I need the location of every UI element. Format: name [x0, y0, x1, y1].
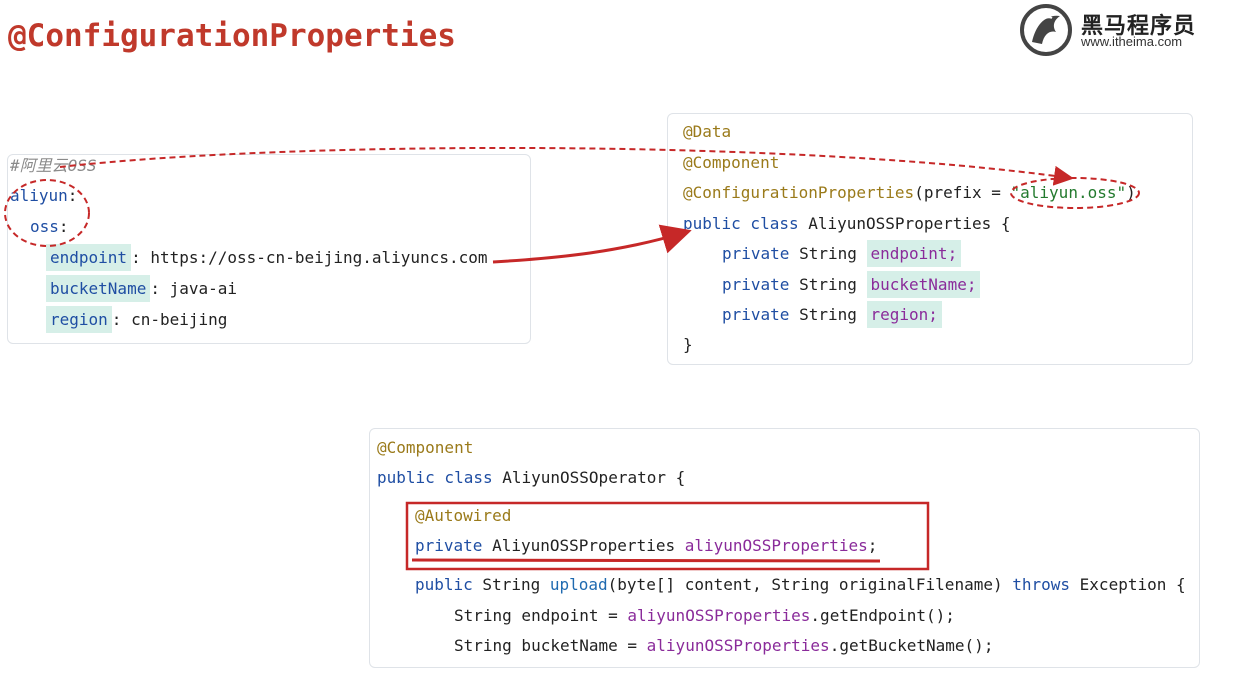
- field-modifier: private: [722, 244, 790, 263]
- method-body-line: String endpoint = aliyunOSSProperties.ge…: [454, 606, 955, 626]
- operator-class-declaration: public class AliyunOSSOperator {: [377, 468, 685, 488]
- slide-title: @ConfigurationProperties: [8, 18, 456, 54]
- field-semicolon: ;: [867, 536, 878, 555]
- body-lhs: String bucketName =: [454, 636, 647, 655]
- prefix-value: "aliyun.oss": [1010, 183, 1127, 202]
- yaml-key: endpoint: [46, 244, 132, 271]
- yaml-key: region: [46, 306, 112, 333]
- prefix-close: ): [1126, 183, 1136, 202]
- horse-head-logo-icon: [1020, 4, 1072, 56]
- field-type: String: [789, 244, 867, 263]
- field-bucketname: private String bucketName;: [722, 271, 981, 298]
- field-modifier: private: [415, 536, 483, 555]
- field-modifier: private: [722, 275, 790, 294]
- yaml-root-line: aliyun:: [10, 186, 78, 205]
- yaml-value: https://oss-cn-beijing.aliyuncs.com: [150, 248, 488, 267]
- field-name: endpoint;: [866, 240, 962, 267]
- yaml-entry-bucketname: bucketName: java-ai: [46, 275, 238, 302]
- annotation-component: @Component: [683, 153, 780, 172]
- yaml-value: cn-beijing: [131, 310, 228, 329]
- autowired-field: private AliyunOSSProperties aliyunOSSPro…: [415, 536, 877, 556]
- annotation-data: @Data: [683, 122, 732, 141]
- method-name: upload: [549, 575, 608, 594]
- yaml-comment: #阿里云OSS: [10, 156, 97, 175]
- yaml-entry-region: region: cn-beijing: [46, 306, 228, 333]
- logo-url: www.itheima.com: [1081, 34, 1183, 49]
- body-object: aliyunOSSProperties: [646, 636, 830, 655]
- class-name: AliyunOSSOperator {: [492, 468, 686, 487]
- body-object: aliyunOSSProperties: [627, 606, 811, 625]
- throws-keyword: throws: [1012, 575, 1071, 594]
- yaml-value: java-ai: [169, 279, 238, 298]
- field-type: String: [789, 275, 867, 294]
- field-region: private String region;: [722, 301, 942, 328]
- field-type: AliyunOSSProperties: [482, 536, 685, 555]
- body-call: .getBucketName();: [829, 636, 994, 655]
- class-name: AliyunOSSProperties {: [798, 214, 1011, 233]
- exception-type: Exception {: [1070, 575, 1186, 594]
- method-return-type: String: [472, 575, 550, 594]
- field-type: String: [789, 305, 867, 324]
- upload-method-signature: public String upload(byte[] content, Str…: [415, 575, 1186, 595]
- body-call: .getEndpoint();: [810, 606, 955, 625]
- method-body-line: String bucketName = aliyunOSSProperties.…: [454, 636, 993, 656]
- prefix-arg: (prefix =: [914, 183, 1011, 202]
- annotation-config-line: @ConfigurationProperties(prefix = "aliyu…: [683, 183, 1136, 203]
- yaml-entry-endpoint: endpoint: https://oss-cn-beijing.aliyunc…: [46, 244, 488, 271]
- class-close-brace: }: [683, 335, 693, 354]
- annotation-config: @ConfigurationProperties: [683, 183, 915, 202]
- class-keyword: public class: [683, 214, 799, 233]
- method-params: (byte[] content, String originalFilename…: [607, 575, 1013, 594]
- itheima-logo: 黑马程序员 www.itheima.com: [1018, 2, 1218, 56]
- field-endpoint: private String endpoint;: [722, 240, 962, 267]
- annotation-autowired: @Autowired: [415, 506, 512, 525]
- class-keyword: public class: [377, 468, 493, 487]
- yaml-sub-line: oss:: [30, 217, 69, 236]
- body-lhs: String endpoint =: [454, 606, 628, 625]
- field-name: bucketName;: [866, 271, 981, 298]
- field-name: region;: [866, 301, 942, 328]
- field-name: aliyunOSSProperties: [684, 536, 868, 555]
- operator-annotation-component: @Component: [377, 438, 474, 457]
- field-modifier: private: [722, 305, 790, 324]
- class-declaration: public class AliyunOSSProperties {: [683, 214, 1011, 234]
- yaml-sub-key: oss: [30, 217, 59, 236]
- method-modifier: public: [415, 575, 473, 594]
- yaml-key: bucketName: [46, 275, 151, 302]
- yaml-root-key: aliyun: [10, 186, 68, 205]
